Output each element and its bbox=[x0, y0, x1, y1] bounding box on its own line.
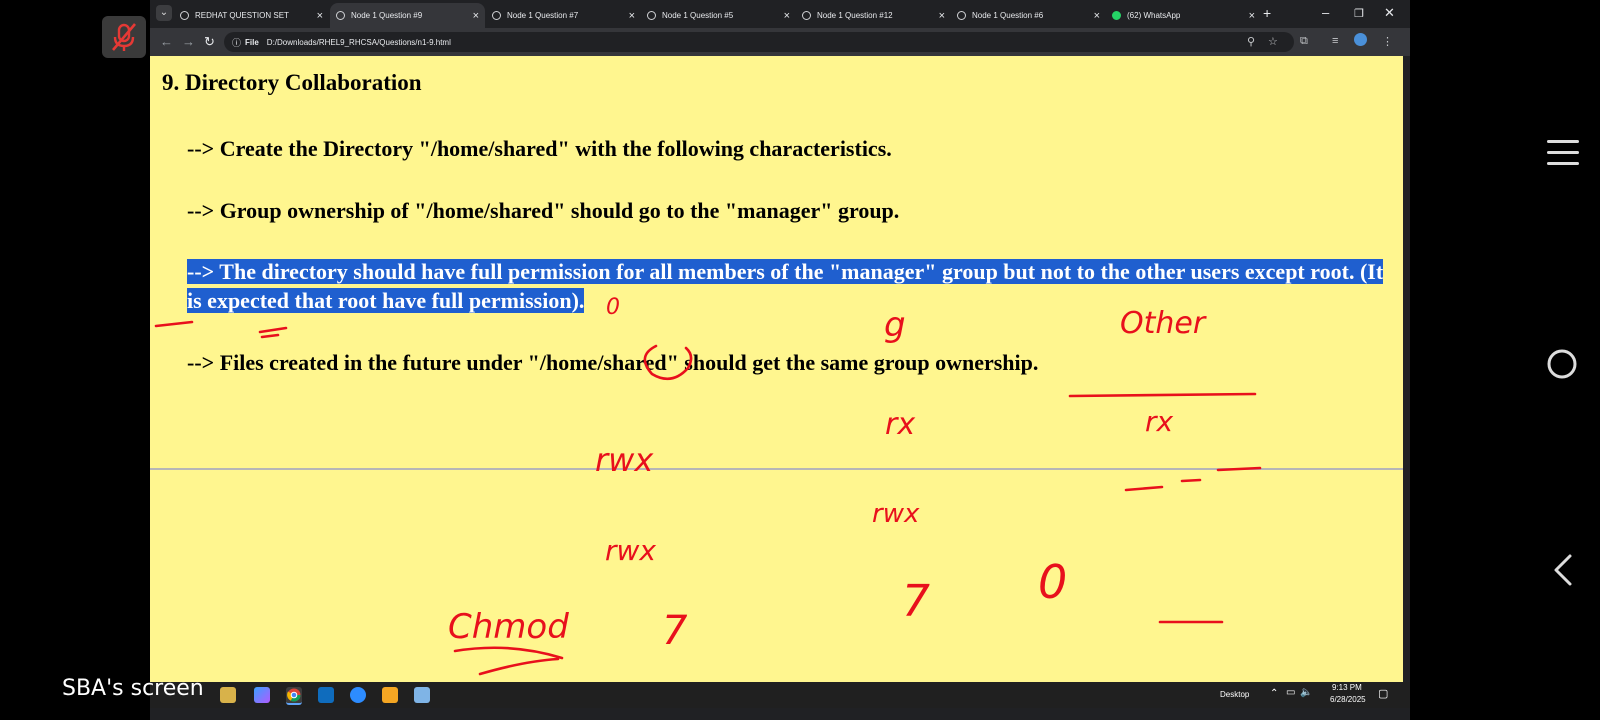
vscode-icon[interactable] bbox=[318, 687, 334, 703]
annotation-zero: 0 bbox=[1038, 555, 1067, 609]
globe-icon bbox=[802, 11, 811, 20]
network-icon[interactable]: ▭ bbox=[1286, 687, 1295, 698]
close-icon[interactable]: × bbox=[1094, 10, 1100, 22]
file-explorer-icon[interactable] bbox=[220, 687, 236, 703]
browser-window: ⌄ REDHAT QUESTION SET × Node 1 Question … bbox=[150, 0, 1410, 720]
clock-date[interactable]: 6/28/2025 bbox=[1330, 695, 1366, 704]
window-manager-icon[interactable] bbox=[382, 687, 398, 703]
annotation-rwx-group: rwx bbox=[872, 499, 920, 529]
zoom-icon[interactable]: ⚲ bbox=[1247, 35, 1255, 48]
tab-whatsapp[interactable]: (62) WhatsApp × bbox=[1106, 3, 1261, 28]
globe-icon bbox=[492, 11, 501, 20]
close-icon[interactable]: × bbox=[1249, 10, 1255, 22]
globe-icon bbox=[180, 11, 189, 20]
close-icon[interactable]: × bbox=[317, 10, 323, 22]
annotation-rx-group: rx bbox=[885, 407, 915, 442]
annotation-rx-other: rx bbox=[1145, 405, 1174, 438]
snipping-tool-icon[interactable] bbox=[414, 687, 430, 703]
globe-icon bbox=[336, 11, 345, 20]
page-content: 9. Directory Collaboration --> Create th… bbox=[150, 56, 1403, 682]
close-icon[interactable]: × bbox=[939, 10, 945, 22]
extensions-icon[interactable]: ⧉ bbox=[1300, 35, 1308, 48]
forward-button[interactable]: → bbox=[182, 34, 195, 49]
back-chevron-icon[interactable] bbox=[1550, 553, 1576, 587]
whatsapp-icon bbox=[1112, 11, 1121, 20]
annotation-rwx-user-2: rwx bbox=[605, 534, 656, 567]
screen-share-label: SBA's screen bbox=[62, 676, 204, 701]
mic-off-button[interactable] bbox=[102, 16, 146, 58]
chrome-icon[interactable] bbox=[286, 687, 302, 705]
notification-icon[interactable]: ▢ bbox=[1378, 687, 1388, 700]
tab-search-button[interactable]: ⌄ bbox=[156, 5, 172, 21]
globe-icon bbox=[957, 11, 966, 20]
tab-node1-question-12[interactable]: Node 1 Question #12 × bbox=[796, 3, 951, 28]
tab-node1-question-7[interactable]: Node 1 Question #7 × bbox=[486, 3, 641, 28]
close-icon[interactable]: × bbox=[629, 10, 635, 22]
annotation-other: Other bbox=[1120, 306, 1207, 341]
annotation-seven-user: 7 bbox=[662, 608, 688, 654]
globe-icon bbox=[647, 11, 656, 20]
restore-button[interactable]: ❐ bbox=[1354, 7, 1364, 20]
pen-annotations: 0 g Other rx rx rwx rwx rwx 7 0 Chmod 7 bbox=[154, 295, 1262, 676]
tab-node1-question-6[interactable]: Node 1 Question #6 × bbox=[951, 3, 1106, 28]
tab-redhat-question-set[interactable]: REDHAT QUESTION SET × bbox=[174, 3, 329, 28]
volume-icon[interactable]: 🔈 bbox=[1300, 687, 1312, 698]
new-tab-button[interactable]: + bbox=[1263, 5, 1271, 21]
zoom-app-icon[interactable] bbox=[350, 687, 366, 703]
desktop-label[interactable]: Desktop bbox=[1220, 690, 1249, 699]
copilot-icon[interactable] bbox=[254, 687, 270, 703]
tab-node1-question-9[interactable]: Node 1 Question #9 × bbox=[330, 3, 485, 28]
minimize-button[interactable]: – bbox=[1322, 5, 1329, 20]
reload-button[interactable]: ↻ bbox=[204, 34, 215, 50]
close-icon[interactable]: × bbox=[473, 10, 479, 22]
address-bar[interactable]: ⓘ File D:/Downloads/RHEL9_RHCSA/Question… bbox=[224, 32, 1294, 52]
reading-list-icon[interactable]: ≡ bbox=[1332, 35, 1338, 47]
close-icon[interactable]: × bbox=[784, 10, 790, 22]
annotation-chmod: Chmod bbox=[448, 607, 569, 647]
annotation-rwx-user: rwx bbox=[595, 441, 654, 479]
close-window-button[interactable]: ✕ bbox=[1384, 5, 1395, 21]
tab-node1-question-5[interactable]: Node 1 Question #5 × bbox=[641, 3, 796, 28]
clock-time[interactable]: 9:13 PM bbox=[1332, 683, 1362, 692]
profile-avatar[interactable] bbox=[1354, 33, 1367, 46]
annotation-g: g bbox=[884, 305, 906, 345]
back-button[interactable]: ← bbox=[160, 34, 173, 49]
info-icon: ⓘ bbox=[232, 37, 242, 48]
annotation-zero-text: 0 bbox=[606, 295, 620, 320]
home-circle-icon[interactable] bbox=[1545, 347, 1579, 381]
browser-toolbar: ← → ↻ ⓘ File D:/Downloads/RHEL9_RHCSA/Qu… bbox=[150, 28, 1410, 56]
annotation-seven-group: 7 bbox=[902, 576, 930, 627]
tray-overflow-icon[interactable]: ⌃ bbox=[1270, 688, 1278, 699]
menu-hamburger-icon[interactable] bbox=[1545, 138, 1581, 168]
windows-taskbar: Desktop ⌃ ▭ 🔈 9:13 PM 6/28/2025 ▢ bbox=[150, 682, 1410, 708]
mic-off-icon bbox=[112, 23, 136, 51]
bookmark-star-icon[interactable]: ☆ bbox=[1268, 35, 1278, 48]
menu-kebab-icon[interactable]: ⋮ bbox=[1382, 35, 1393, 48]
tab-strip: ⌄ REDHAT QUESTION SET × Node 1 Question … bbox=[150, 0, 1410, 28]
